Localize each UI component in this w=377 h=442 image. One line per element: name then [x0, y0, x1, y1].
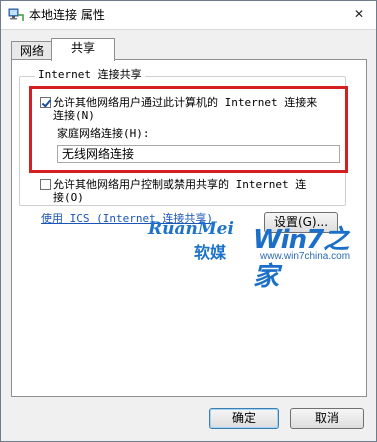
- allow-control-label-line2: 接(O): [53, 191, 84, 204]
- title-bar[interactable]: 本地连接 属性 ✕: [1, 1, 376, 30]
- allow-control-label-line1: 允许其他网络用户控制或禁用共享的 Internet 连: [53, 178, 307, 191]
- tab-sharing[interactable]: 共享: [51, 38, 115, 61]
- watermark-logo: RuanMei 软媒 Win7之家 www.win7china.com: [148, 219, 368, 292]
- ics-group-legend: Internet 连接共享: [35, 68, 145, 82]
- ok-button[interactable]: 确定: [209, 408, 279, 429]
- tab-network[interactable]: 网络: [11, 41, 53, 60]
- watermark-brand-cn: 软媒: [194, 243, 227, 262]
- watermark-url: www.win7china.com: [260, 251, 351, 262]
- cancel-button[interactable]: 取消: [290, 408, 364, 429]
- allow-share-label-line1: 允许其他网络用户通过此计算机的 Internet 连接来: [53, 96, 318, 109]
- home-network-select[interactable]: 无线网络连接: [57, 145, 340, 163]
- network-connection-icon: [8, 8, 24, 21]
- allow-control-checkbox[interactable]: [40, 179, 51, 190]
- home-network-label: 家庭网络连接(H):: [57, 127, 150, 140]
- allow-share-label-line2: 连接(N): [53, 109, 95, 122]
- window-title: 本地连接 属性: [29, 8, 105, 22]
- watermark-brand-latin: RuanMei: [148, 219, 234, 239]
- properties-dialog: 本地连接 属性 ✕ 网络 共享 Internet 连接共享 允许其他网络用户通过…: [0, 0, 377, 442]
- allow-share-checkbox[interactable]: [40, 97, 51, 108]
- close-icon[interactable]: ✕: [348, 5, 370, 23]
